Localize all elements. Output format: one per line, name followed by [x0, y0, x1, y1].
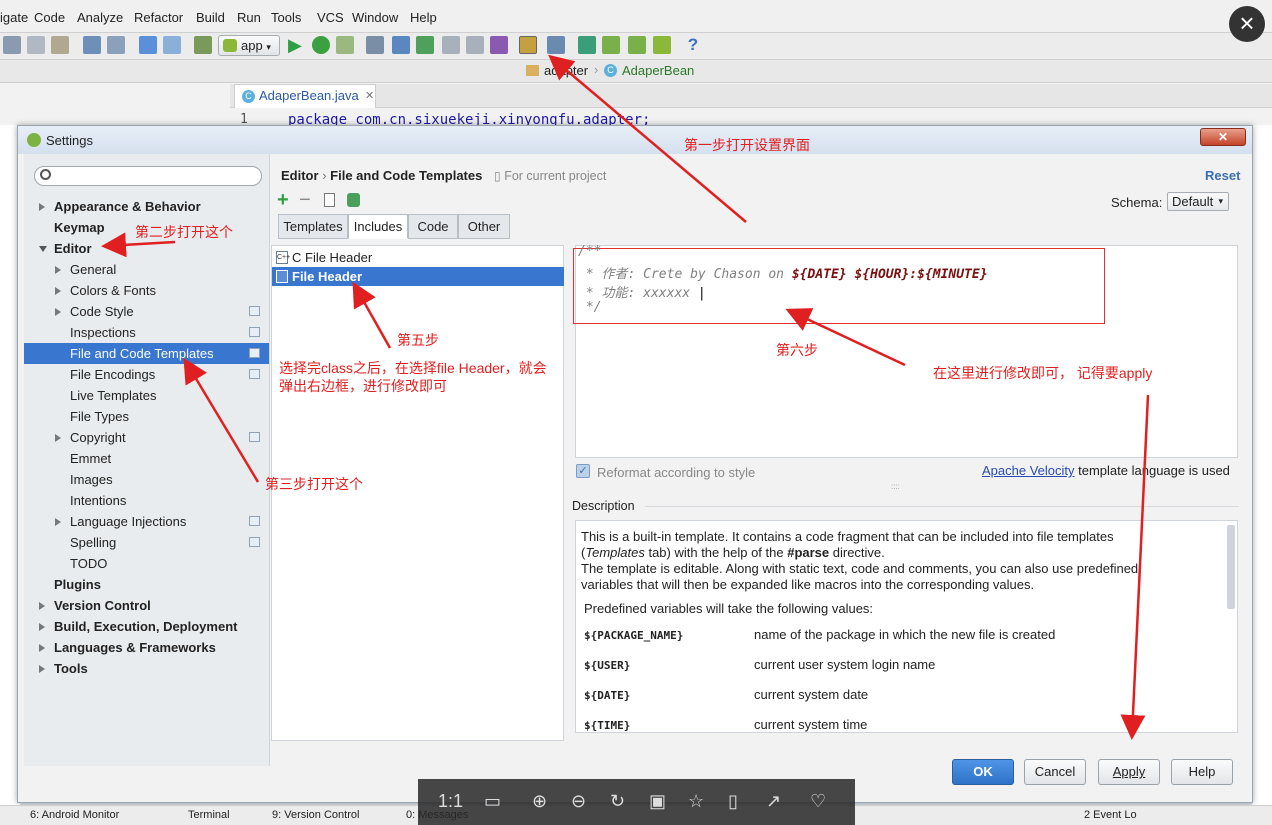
fit-screen-icon[interactable]: ▭: [484, 791, 501, 812]
android-monitor-tab[interactable]: 6: Android Monitor: [30, 809, 119, 821]
terminal-tab[interactable]: Terminal: [188, 809, 230, 821]
phone-icon[interactable]: ▯: [728, 791, 738, 812]
actual-size-button[interactable]: 1:1: [438, 791, 463, 812]
version-control-tab[interactable]: 9: Version Control: [272, 809, 359, 821]
event-log-tab[interactable]: 2 Event Lo: [1084, 809, 1137, 821]
annotation-arrows: [101, 54, 1150, 740]
image-viewer-toolbar: 1:1 ▭ ⊕ ⊖ ↻ ▣ ☆ ▯ ↗ ♡: [418, 779, 855, 825]
save-icon[interactable]: ▣: [649, 791, 666, 812]
arrow-step2: [101, 232, 176, 258]
arrow-step6: [785, 308, 906, 367]
arrow-step5: [352, 281, 392, 349]
zoom-out-icon[interactable]: ⊖: [571, 791, 586, 812]
arrow-step1: [548, 54, 747, 223]
arrow-apply: [1120, 394, 1150, 740]
bookmark-icon[interactable]: ☆: [688, 791, 704, 812]
rotate-icon[interactable]: ↻: [610, 791, 625, 812]
share-icon[interactable]: ↗: [766, 791, 781, 812]
zoom-in-icon[interactable]: ⊕: [532, 791, 547, 812]
arrow-step3: [183, 357, 260, 483]
like-icon[interactable]: ♡: [810, 791, 826, 812]
